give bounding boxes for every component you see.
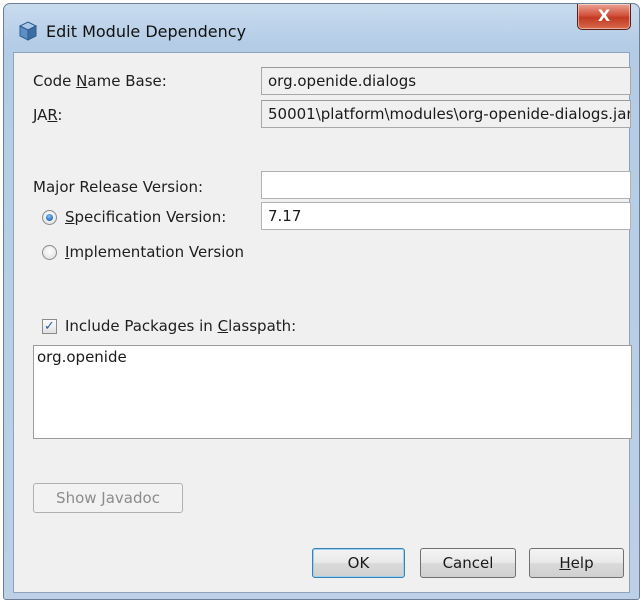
specification-version-radio[interactable] xyxy=(42,210,57,225)
cancel-button[interactable]: Cancel xyxy=(420,548,516,578)
implementation-version-label[interactable]: Implementation Version xyxy=(65,243,244,261)
check-icon: ✓ xyxy=(44,319,55,334)
dialog-content: Code Name Base: org.openide.dialogs JAR:… xyxy=(13,52,632,593)
major-release-version-label: Major Release Version: xyxy=(33,178,204,196)
implementation-version-radio[interactable] xyxy=(42,245,57,260)
window-title: Edit Module Dependency xyxy=(46,22,247,41)
package-entry: org.openide xyxy=(37,348,127,366)
close-icon: X xyxy=(597,6,611,25)
jar-label: JAR: xyxy=(33,106,63,124)
ok-button[interactable]: OK xyxy=(312,548,405,578)
close-button[interactable]: X xyxy=(577,4,631,30)
code-name-base-label: Code Name Base: xyxy=(33,72,167,90)
show-javadoc-button[interactable]: Show Javadoc xyxy=(33,483,183,513)
module-cube-icon xyxy=(18,21,38,41)
include-packages-label[interactable]: Include Packages in Classpath: xyxy=(65,317,296,335)
specification-version-input[interactable]: 7.17 xyxy=(261,202,631,230)
dialog-window: Edit Module Dependency X Code Name Base:… xyxy=(3,3,640,600)
packages-text-area[interactable]: org.openide xyxy=(33,345,632,439)
major-release-version-input[interactable] xyxy=(261,171,631,199)
help-button[interactable]: Help xyxy=(529,548,624,578)
code-name-base-field[interactable]: org.openide.dialogs xyxy=(261,67,631,95)
title-bar[interactable]: Edit Module Dependency X xyxy=(4,4,639,52)
specification-version-label[interactable]: Specification Version: xyxy=(65,208,226,226)
jar-field[interactable]: 50001\platform\modules\org-openide-dialo… xyxy=(261,100,631,128)
include-packages-checkbox[interactable]: ✓ xyxy=(42,319,57,334)
